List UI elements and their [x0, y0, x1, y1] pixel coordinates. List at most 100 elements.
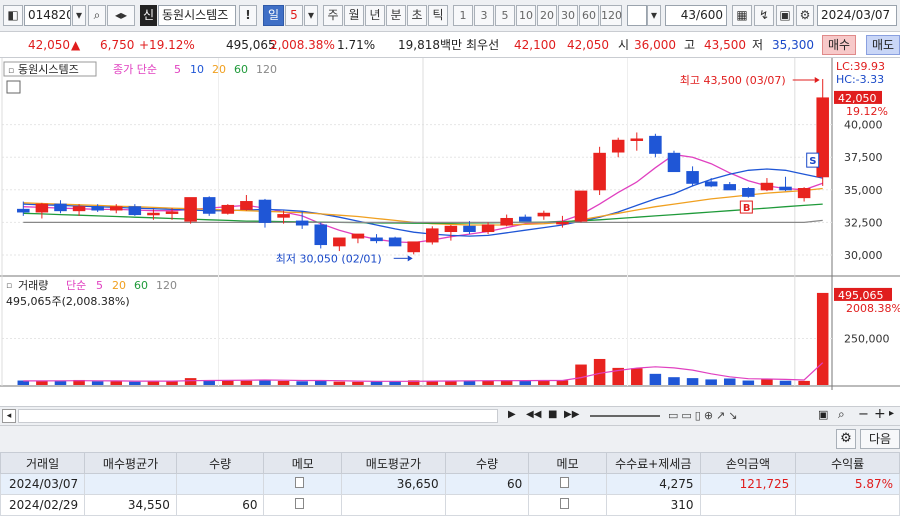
- chart-scrollbar[interactable]: [18, 409, 498, 423]
- play-icon[interactable]: ▶: [508, 409, 522, 423]
- candle-body: [742, 188, 755, 197]
- zoom-search-icon[interactable]: ⌕: [838, 407, 852, 421]
- col-buy-memo[interactable]: 메모: [263, 452, 343, 474]
- open-label: 시: [618, 38, 630, 52]
- sell-qty: 60: [444, 473, 530, 495]
- alert-button[interactable]: !: [239, 5, 257, 26]
- buy-memo-icon[interactable]: [263, 473, 343, 495]
- stock-chart[interactable]: 동원시스템즈 ▫ 종가 단순 5 10 20 60 120 LC:39.93 H…: [0, 58, 900, 390]
- col-buy-avg[interactable]: 매수평균가: [84, 452, 177, 474]
- blank-field[interactable]: [627, 5, 647, 26]
- chart-options-icon[interactable]: ▣: [818, 408, 832, 422]
- date-field[interactable]: 2024/03/07: [817, 5, 897, 26]
- col-sell-memo[interactable]: 메모: [528, 452, 607, 474]
- best-ask-label: 최우선: [466, 38, 500, 52]
- candle-body: [574, 190, 588, 222]
- blank-dropdown-icon[interactable]: ▾: [647, 5, 661, 26]
- prev-next-icon[interactable]: ◂▸: [107, 5, 135, 26]
- best-bid-price: 42,050: [567, 38, 609, 52]
- col-return[interactable]: 수익률: [795, 452, 900, 474]
- stock-code-input[interactable]: 014820: [24, 5, 71, 26]
- pnl: 121,725: [699, 473, 797, 495]
- period-month-tab[interactable]: 월: [344, 5, 364, 26]
- interval-10-button[interactable]: 10: [516, 5, 536, 26]
- rewind-icon[interactable]: ◀◀: [526, 409, 542, 423]
- candle-body: [370, 237, 383, 242]
- sell-button[interactable]: 매도: [866, 35, 900, 55]
- trade-history-table: 거래일 매수평균가 수량 메모 매도평균가 수량 메모 수수료+제세금 손익금액…: [0, 452, 900, 516]
- scroll-left-icon[interactable]: ◂: [2, 409, 16, 423]
- code-dropdown-icon[interactable]: ▾: [72, 5, 86, 26]
- drawing-tools-icon[interactable]: ▭▭▯⊕↗↘: [668, 409, 788, 423]
- interval-60-button[interactable]: 60: [579, 5, 599, 26]
- volume-info: 495,065주(2,008.38%): [6, 295, 130, 308]
- period-week-tab[interactable]: 주: [323, 5, 343, 26]
- col-buy-qty[interactable]: 수량: [175, 452, 265, 474]
- volume-bar: [649, 373, 662, 385]
- fast-forward-icon[interactable]: ▶▶: [564, 409, 580, 423]
- search-icon[interactable]: ⌕: [88, 5, 106, 26]
- zoom-out-icon[interactable]: −: [858, 407, 870, 422]
- price-ma-20: 20: [212, 63, 226, 76]
- grid-toggle-icon[interactable]: [6, 80, 21, 94]
- window-menu-icon[interactable]: ◧: [3, 5, 23, 26]
- candle-body: [649, 135, 662, 154]
- zoom-in-icon[interactable]: +: [874, 406, 886, 422]
- candle-body: [17, 208, 30, 213]
- high-price: 43,500: [704, 38, 746, 52]
- interval-30-button[interactable]: 30: [558, 5, 578, 26]
- table-row[interactable]: 2024/02/29 34,550 60 310: [0, 494, 900, 516]
- table-settings-icon[interactable]: ⚙: [836, 429, 856, 449]
- interval-5-button[interactable]: 5: [495, 5, 515, 26]
- indicator-icon[interactable]: ▦: [732, 5, 752, 26]
- candle-body: [277, 214, 290, 218]
- buy-button[interactable]: 매수: [822, 35, 857, 55]
- return: 5.87%: [795, 473, 900, 495]
- candle-body: [109, 206, 123, 211]
- volume-legend-toggle-icon[interactable]: ▫: [6, 281, 12, 291]
- candle-body: [202, 197, 216, 214]
- col-sell-avg[interactable]: 매도평균가: [341, 452, 446, 474]
- stop-icon[interactable]: ■: [548, 409, 562, 423]
- settings-icon[interactable]: ⚙: [796, 5, 814, 26]
- period-count-dropdown-icon[interactable]: ▾: [304, 5, 318, 26]
- period-minute-tab[interactable]: 분: [386, 5, 406, 26]
- save-icon[interactable]: ▣: [776, 5, 794, 26]
- col-fee-tax[interactable]: 수수료+제세금: [605, 452, 701, 474]
- candle-body: [556, 221, 569, 225]
- next-button[interactable]: 다음: [860, 429, 900, 449]
- col-sell-qty[interactable]: 수량: [444, 452, 530, 474]
- price-ma-label: 종가 단순: [113, 63, 157, 76]
- legend-toggle-icon[interactable]: ▫: [8, 66, 14, 76]
- col-pnl[interactable]: 손익금액: [699, 452, 797, 474]
- trend-tool-icon[interactable]: ↯: [754, 5, 774, 26]
- volume-bar: [222, 380, 234, 385]
- interval-120-button[interactable]: 120: [600, 5, 622, 26]
- table-header-row: 거래일 매수평균가 수량 메모 매도평균가 수량 메모 수수료+제세금 손익금액…: [0, 452, 900, 474]
- interval-20-button[interactable]: 20: [537, 5, 557, 26]
- period-second-tab[interactable]: 초: [407, 5, 427, 26]
- buy-memo-icon[interactable]: [263, 494, 343, 516]
- period-day-tab[interactable]: 일: [263, 5, 284, 26]
- sell-memo-icon[interactable]: [528, 473, 607, 495]
- period-year-tab[interactable]: 년: [365, 5, 385, 26]
- speed-slider[interactable]: [590, 415, 660, 417]
- price-tick-label: 32,500: [844, 216, 883, 229]
- pnl: [699, 494, 797, 516]
- candle-body: [518, 216, 532, 222]
- turnover-pct: 1.71%: [337, 38, 376, 52]
- interval-1-button[interactable]: 1: [453, 5, 473, 26]
- candle-body: [537, 212, 551, 217]
- price-change: 6,750: [100, 38, 135, 52]
- volume-ma-60: 60: [134, 279, 148, 292]
- scroll-right-icon[interactable]: ▸: [889, 408, 899, 422]
- col-trade-date[interactable]: 거래일: [0, 452, 86, 474]
- data-count-field[interactable]: 43/600: [665, 5, 727, 26]
- period-day-count[interactable]: 5: [285, 5, 303, 26]
- best-ask-price: 42,100: [514, 38, 556, 52]
- interval-3-button[interactable]: 3: [474, 5, 494, 26]
- sell-memo-icon[interactable]: [528, 494, 607, 516]
- period-tick-tab[interactable]: 틱: [428, 5, 448, 26]
- table-row[interactable]: 2024/03/07 36,650 60 4,275 121,725 5.87%: [0, 473, 900, 495]
- credit-badge: 신: [140, 5, 157, 26]
